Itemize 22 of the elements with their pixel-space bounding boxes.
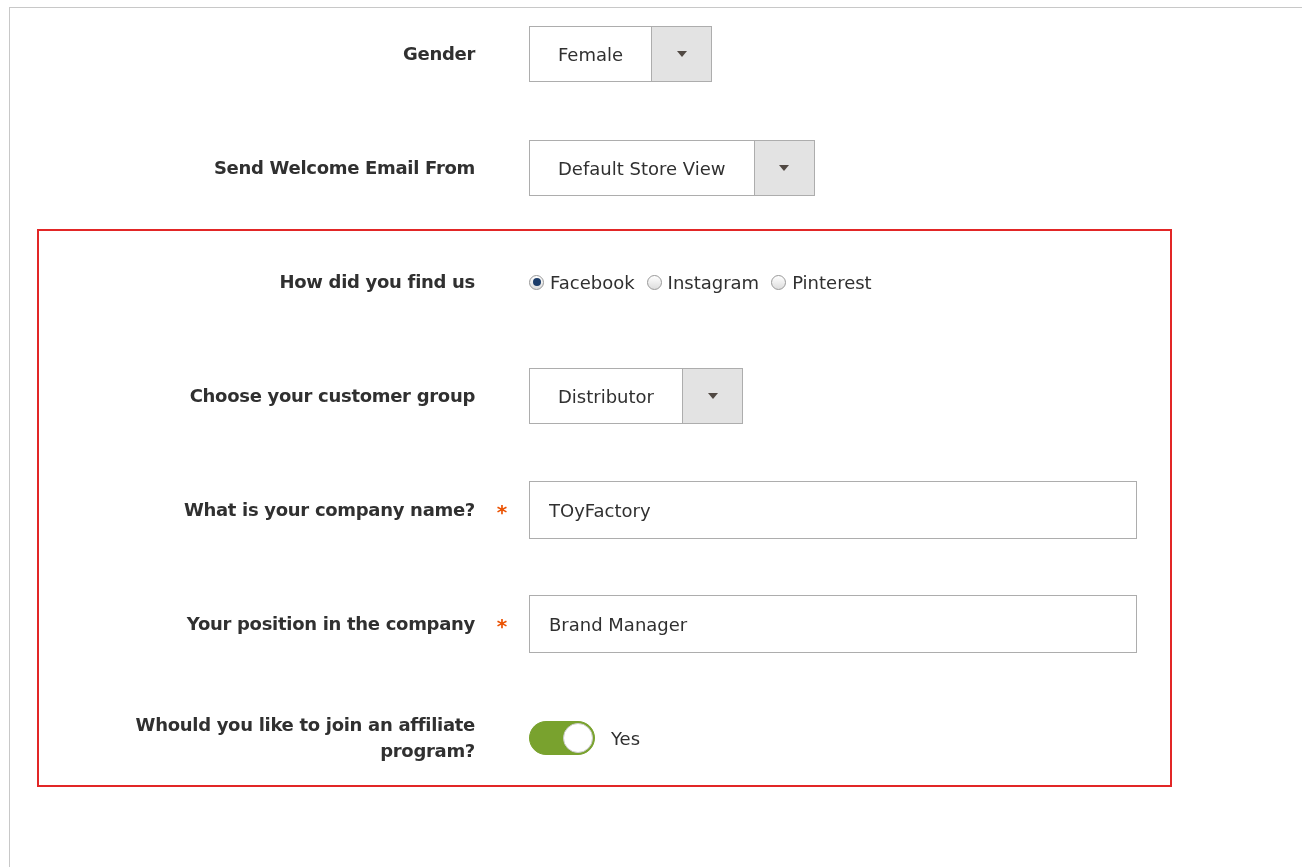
caret-icon <box>676 51 687 57</box>
required-asterisk: * <box>495 499 509 524</box>
required-asterisk: * <box>495 613 509 638</box>
toggle-switch[interactable] <box>529 721 595 755</box>
input-field[interactable]: TOyFactory <box>529 481 1137 539</box>
caret-icon <box>707 393 718 399</box>
field-label: Gender <box>402 41 475 66</box>
field-label: Your position in the company <box>185 611 475 636</box>
dropdown[interactable]: Default Store View <box>529 140 815 196</box>
input-field[interactable]: Brand Manager <box>529 595 1137 653</box>
radio-option[interactable]: Facebook <box>529 271 635 293</box>
dropdown[interactable]: Distributor <box>529 368 743 424</box>
field-label: What is your company name? <box>182 497 475 522</box>
toggle-label: Yes <box>611 727 641 749</box>
field-label: Choose your customer group <box>188 383 475 408</box>
radio-option[interactable]: Pinterest <box>771 271 872 293</box>
field-label: Whould you like to join an affiliate program? <box>134 712 475 763</box>
field-label: How did you find us <box>278 269 475 294</box>
caret-icon <box>779 165 789 171</box>
radio-option[interactable]: Instagram <box>646 271 760 293</box>
dropdown[interactable]: Female <box>529 26 713 82</box>
field-label: Send Welcome Email From <box>212 155 475 180</box>
